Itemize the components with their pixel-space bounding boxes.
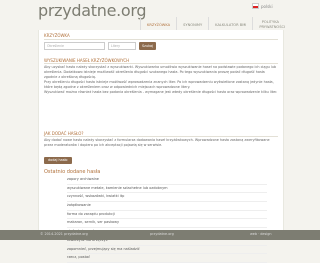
crossword-title: KRZYŻÓWKA bbox=[44, 33, 70, 38]
list-item[interactable]: zapory archiwalne bbox=[67, 176, 267, 185]
language-selector[interactable]: polski bbox=[252, 3, 273, 9]
recent-title: Ostatnio dodane hasła bbox=[44, 169, 101, 175]
list-item[interactable]: zapomnieć, przejmujący się ma naśladzić bbox=[67, 246, 267, 255]
site-logo[interactable]: przydatne.org bbox=[38, 1, 147, 20]
list-item[interactable]: rzecz, postać bbox=[67, 254, 267, 263]
solver-paragraph: Wyszukiwać można również hasła bez podan… bbox=[44, 90, 278, 94]
site-footer: © 2014-2021 przydatne.org przydatne.org … bbox=[0, 230, 320, 240]
list-item[interactable]: wyszukiwane metale, kamienie szlachetne … bbox=[67, 185, 267, 194]
list-item[interactable]: makaron, sernik, ser paskowy bbox=[67, 219, 267, 229]
divider bbox=[44, 39, 278, 40]
letters-input[interactable]: Litery bbox=[108, 42, 136, 50]
solver-text: Aby uzyskać hasło należy skorzystać z wy… bbox=[44, 65, 278, 95]
footer-center[interactable]: przydatne.org bbox=[150, 232, 174, 236]
add-word-button[interactable]: dodaj hasło bbox=[44, 157, 72, 164]
language-label: polski bbox=[261, 3, 273, 9]
flag-icon bbox=[252, 3, 259, 9]
footer-right[interactable]: web · design bbox=[250, 232, 272, 236]
list-item[interactable]: forma do zarządu produkcji bbox=[67, 211, 267, 220]
list-item[interactable]: czynność, wskazówki, kwiatki itp bbox=[67, 193, 267, 203]
footer-copyright: © 2014-2021 przydatne.org bbox=[40, 232, 88, 236]
main-content: KRZYŻÓWKA Określenie Litery Szukaj WYSZU… bbox=[38, 30, 284, 263]
solver-paragraph: Przy określeniu długości hasła istnieje … bbox=[44, 80, 274, 89]
recent-list: zapory archiwalne wyszukiwane metale, ka… bbox=[67, 176, 267, 263]
solver-paragraph: Aby uzyskać hasło należy skorzystać z wy… bbox=[44, 65, 277, 79]
add-paragraph: Aby dodać nowe hasło należy skorzystać z… bbox=[44, 138, 270, 147]
definition-input[interactable]: Określenie bbox=[44, 42, 105, 50]
search-button[interactable]: Szukaj bbox=[139, 42, 157, 50]
divider bbox=[44, 136, 278, 137]
list-item[interactable]: żołądkowanie bbox=[67, 202, 267, 211]
divider bbox=[44, 63, 278, 64]
search-form: Określenie Litery Szukaj bbox=[44, 42, 157, 50]
